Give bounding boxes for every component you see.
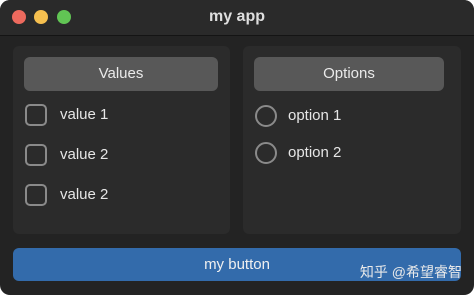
- watermark-text: 知乎 @希望睿智: [359, 264, 462, 280]
- options-header: Options: [254, 57, 444, 91]
- window-title: my app: [208, 8, 265, 25]
- checkbox-label: value 2: [60, 146, 109, 163]
- checkbox[interactable]: [25, 104, 47, 126]
- options-panel: Options option 1 option 2: [243, 46, 461, 234]
- title-bar[interactable]: my app: [0, 0, 474, 36]
- radio-button[interactable]: [255, 105, 277, 127]
- values-header: Values: [24, 57, 218, 91]
- checkbox-label: value 2: [60, 186, 109, 203]
- checkbox[interactable]: [25, 144, 47, 166]
- radio-button[interactable]: [255, 142, 277, 164]
- app-window: my app Values value 1 value 2 value 2 Op…: [0, 0, 474, 295]
- checkbox-label: value 1: [60, 106, 109, 123]
- radio-label: option 1: [288, 107, 342, 124]
- checkbox[interactable]: [25, 184, 47, 206]
- values-panel: Values value 1 value 2 value 2: [13, 46, 230, 234]
- radio-label: option 2: [288, 144, 342, 161]
